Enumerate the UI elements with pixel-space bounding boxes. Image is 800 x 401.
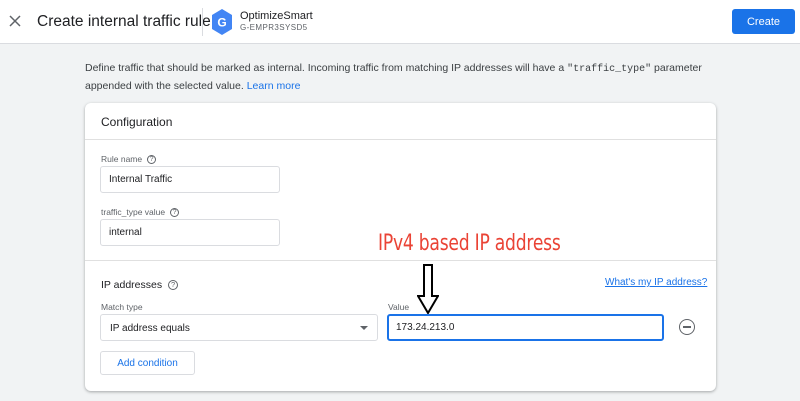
learn-more-link[interactable]: Learn more xyxy=(247,80,301,92)
remove-condition-button[interactable] xyxy=(679,319,695,335)
google-analytics-icon: G xyxy=(212,9,232,35)
match-type-select[interactable]: IP address equals xyxy=(100,314,378,341)
whats-my-ip-link[interactable]: What's my IP address? xyxy=(605,277,707,288)
traffic-type-input[interactable] xyxy=(100,219,280,246)
header-divider xyxy=(202,8,203,36)
ip-addresses-title-text: IP addresses xyxy=(101,279,163,291)
rule-name-input[interactable] xyxy=(100,166,280,193)
property-id: G-EMPR3SYSD5 xyxy=(240,23,308,32)
help-icon[interactable]: ? xyxy=(147,154,157,164)
top-app-bar: Create internal traffic rule G OptimizeS… xyxy=(0,0,800,44)
value-label: Value xyxy=(388,302,410,312)
svg-text:G: G xyxy=(217,16,226,30)
close-button[interactable] xyxy=(4,10,26,32)
rule-name-label-text: Rule name xyxy=(101,154,143,164)
annotation-label: IPv4 based IP address xyxy=(378,231,561,256)
match-type-label: Match type xyxy=(101,302,143,312)
description: Define traffic that should be marked as … xyxy=(85,60,725,94)
rule-name-label: Rule name ? xyxy=(101,154,157,164)
property-name: OptimizeSmart xyxy=(240,10,313,22)
description-text: Define traffic that should be marked as … xyxy=(85,62,568,74)
traffic-type-label: traffic_type value ? xyxy=(101,207,180,217)
card-header: Configuration xyxy=(85,103,716,140)
help-icon[interactable]: ? xyxy=(168,280,179,290)
close-icon xyxy=(9,15,21,27)
match-type-value: IP address equals xyxy=(110,323,190,334)
down-arrow-icon xyxy=(417,264,439,314)
traffic-type-label-text: traffic_type value xyxy=(101,207,166,217)
traffic-type-code: "traffic_type" xyxy=(567,64,652,75)
add-condition-button[interactable]: Add condition xyxy=(100,351,195,375)
create-button[interactable]: Create xyxy=(732,9,795,34)
remove-circle-icon xyxy=(683,326,691,328)
chevron-down-icon xyxy=(360,326,368,330)
card-title: Configuration xyxy=(101,115,173,129)
ip-addresses-title: IP addresses ? xyxy=(101,279,179,291)
section-divider xyxy=(85,260,716,261)
ip-value-input[interactable] xyxy=(387,314,664,341)
help-icon[interactable]: ? xyxy=(170,207,180,217)
page-title: Create internal traffic rule xyxy=(37,13,211,30)
